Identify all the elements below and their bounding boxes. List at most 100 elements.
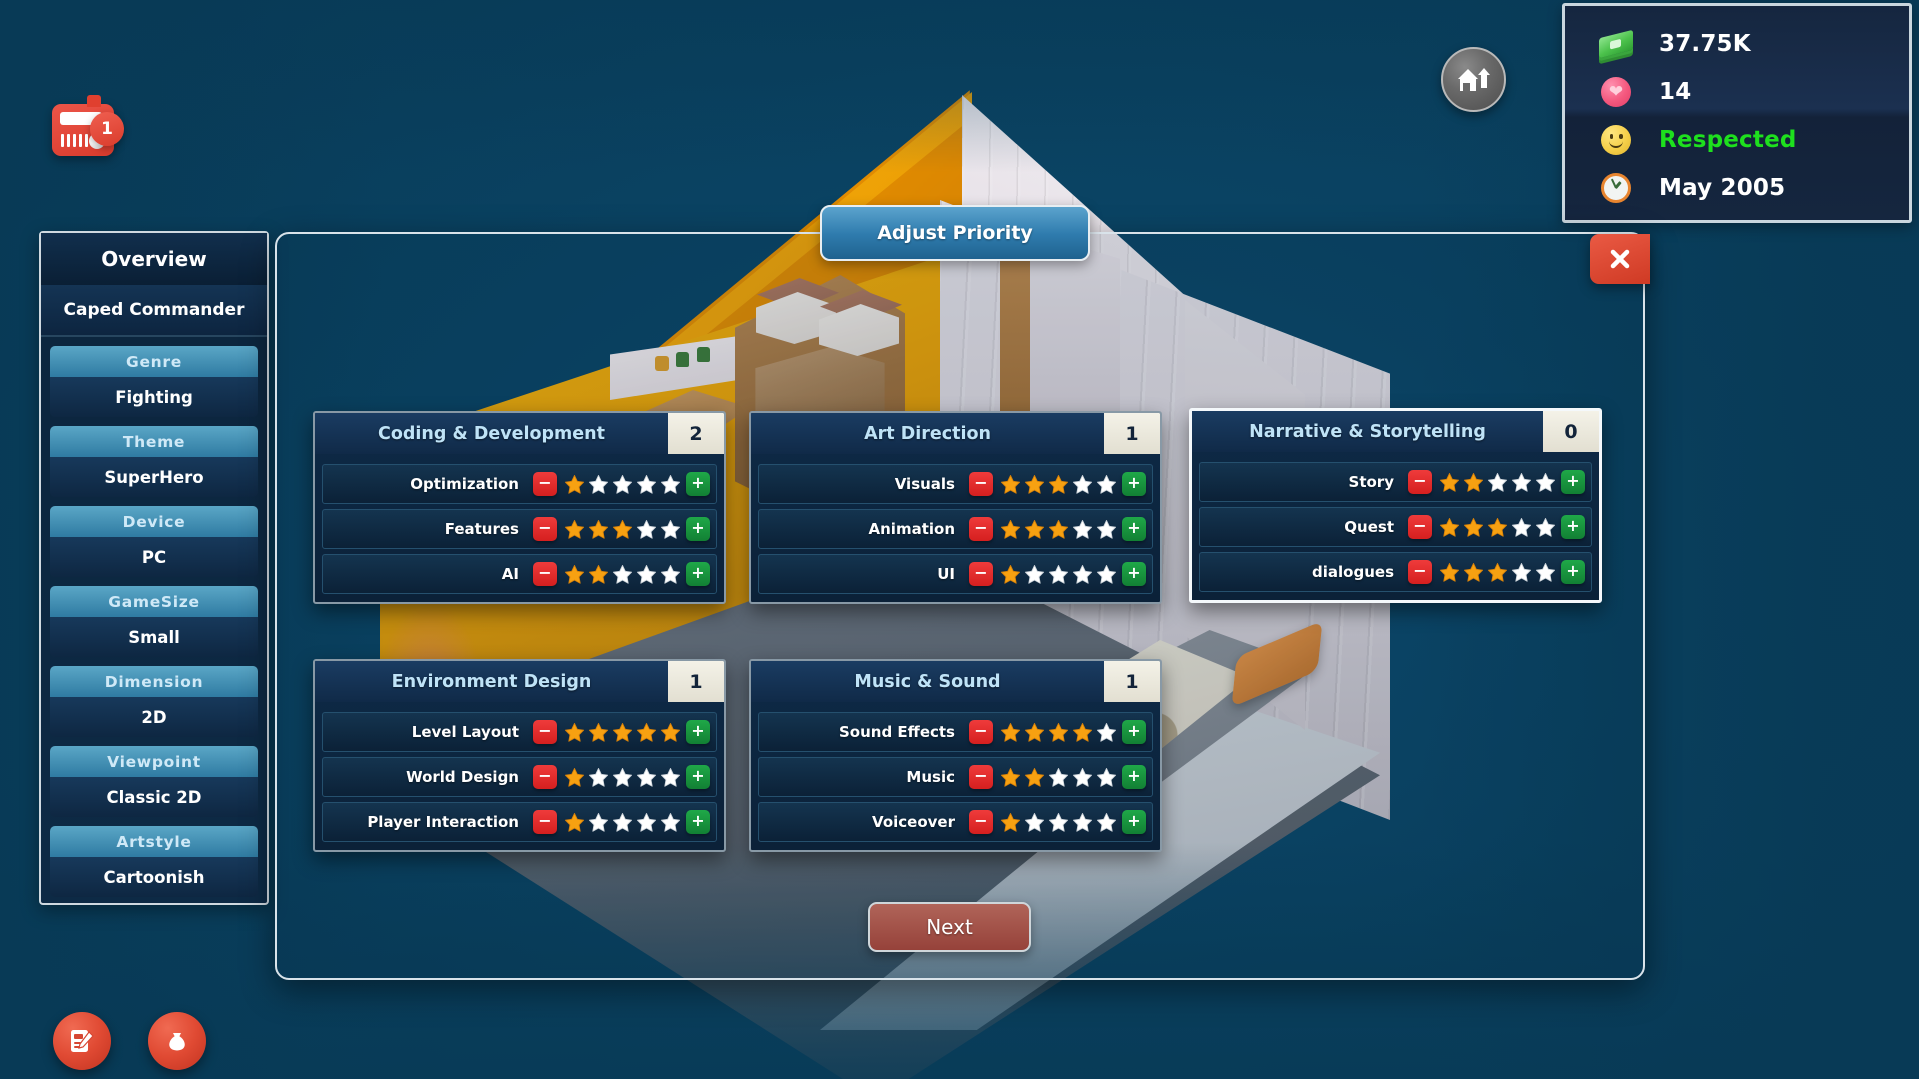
finances-button[interactable] (148, 1012, 206, 1070)
star-filled-icon[interactable] (1024, 767, 1045, 788)
star-empty-icon[interactable] (1048, 767, 1069, 788)
decrease-rating-button[interactable]: − (969, 472, 993, 496)
decrease-rating-button[interactable]: − (533, 517, 557, 541)
increase-rating-button[interactable]: + (1122, 720, 1146, 744)
close-modal-button[interactable] (1590, 234, 1650, 284)
decrease-rating-button[interactable]: − (969, 720, 993, 744)
increase-rating-button[interactable]: + (1122, 517, 1146, 541)
decrease-rating-button[interactable]: − (533, 720, 557, 744)
star-empty-icon[interactable] (1096, 812, 1117, 833)
star-filled-icon[interactable] (588, 564, 609, 585)
star-filled-icon[interactable] (1439, 472, 1460, 493)
star-filled-icon[interactable] (660, 722, 681, 743)
star-filled-icon[interactable] (1048, 722, 1069, 743)
decrease-rating-button[interactable]: − (1408, 515, 1432, 539)
star-empty-icon[interactable] (588, 474, 609, 495)
star-rating[interactable] (564, 812, 681, 833)
star-rating[interactable] (564, 722, 681, 743)
decrease-rating-button[interactable]: − (533, 472, 557, 496)
star-filled-icon[interactable] (1000, 767, 1021, 788)
adjust-priority-header-button[interactable]: Adjust Priority (820, 205, 1090, 261)
star-filled-icon[interactable] (564, 519, 585, 540)
star-filled-icon[interactable] (1487, 562, 1508, 583)
decrease-rating-button[interactable]: − (1408, 560, 1432, 584)
star-rating[interactable] (1439, 517, 1556, 538)
star-rating[interactable] (1439, 562, 1556, 583)
category-card[interactable]: Narrative & Storytelling 0 Story − + Quest − + d… (1189, 408, 1602, 603)
star-filled-icon[interactable] (588, 722, 609, 743)
star-filled-icon[interactable] (1000, 812, 1021, 833)
star-empty-icon[interactable] (1096, 564, 1117, 585)
star-filled-icon[interactable] (1000, 474, 1021, 495)
star-rating[interactable] (564, 767, 681, 788)
star-empty-icon[interactable] (636, 564, 657, 585)
star-rating[interactable] (564, 564, 681, 585)
star-filled-icon[interactable] (1000, 519, 1021, 540)
increase-rating-button[interactable]: + (1561, 515, 1585, 539)
star-filled-icon[interactable] (1072, 722, 1093, 743)
star-rating[interactable] (564, 474, 681, 495)
increase-rating-button[interactable]: + (686, 472, 710, 496)
star-filled-icon[interactable] (1463, 472, 1484, 493)
star-filled-icon[interactable] (612, 722, 633, 743)
decrease-rating-button[interactable]: − (533, 765, 557, 789)
star-empty-icon[interactable] (1511, 562, 1532, 583)
star-empty-icon[interactable] (660, 474, 681, 495)
star-empty-icon[interactable] (1072, 519, 1093, 540)
star-filled-icon[interactable] (588, 519, 609, 540)
star-empty-icon[interactable] (1487, 472, 1508, 493)
star-rating[interactable] (564, 519, 681, 540)
star-filled-icon[interactable] (612, 519, 633, 540)
star-empty-icon[interactable] (1048, 564, 1069, 585)
star-empty-icon[interactable] (1072, 767, 1093, 788)
star-filled-icon[interactable] (564, 767, 585, 788)
star-empty-icon[interactable] (660, 519, 681, 540)
star-empty-icon[interactable] (1511, 472, 1532, 493)
star-filled-icon[interactable] (1463, 517, 1484, 538)
increase-rating-button[interactable]: + (1122, 562, 1146, 586)
increase-rating-button[interactable]: + (1122, 472, 1146, 496)
star-empty-icon[interactable] (588, 767, 609, 788)
decrease-rating-button[interactable]: − (969, 810, 993, 834)
star-rating[interactable] (1000, 722, 1117, 743)
star-filled-icon[interactable] (564, 474, 585, 495)
star-filled-icon[interactable] (1024, 519, 1045, 540)
increase-rating-button[interactable]: + (686, 810, 710, 834)
increase-rating-button[interactable]: + (686, 562, 710, 586)
decrease-rating-button[interactable]: − (533, 562, 557, 586)
category-card[interactable]: Coding & Development 2 Optimization − + Featu… (313, 411, 726, 604)
increase-rating-button[interactable]: + (686, 765, 710, 789)
star-empty-icon[interactable] (1048, 812, 1069, 833)
star-empty-icon[interactable] (612, 767, 633, 788)
star-empty-icon[interactable] (660, 767, 681, 788)
star-empty-icon[interactable] (1072, 812, 1093, 833)
star-empty-icon[interactable] (1024, 564, 1045, 585)
star-empty-icon[interactable] (636, 474, 657, 495)
star-filled-icon[interactable] (1487, 517, 1508, 538)
home-button[interactable] (1441, 47, 1506, 112)
star-filled-icon[interactable] (1463, 562, 1484, 583)
category-card[interactable]: Music & Sound 1 Sound Effects − + Music − + Voic… (749, 659, 1162, 852)
star-empty-icon[interactable] (1535, 472, 1556, 493)
star-filled-icon[interactable] (1048, 474, 1069, 495)
notes-button[interactable] (53, 1012, 111, 1070)
increase-rating-button[interactable]: + (686, 720, 710, 744)
star-filled-icon[interactable] (1000, 722, 1021, 743)
star-empty-icon[interactable] (612, 812, 633, 833)
decrease-rating-button[interactable]: − (533, 810, 557, 834)
next-button[interactable]: Next (868, 902, 1031, 952)
star-filled-icon[interactable] (1000, 564, 1021, 585)
star-empty-icon[interactable] (612, 474, 633, 495)
star-rating[interactable] (1000, 519, 1117, 540)
decrease-rating-button[interactable]: − (1408, 470, 1432, 494)
star-filled-icon[interactable] (564, 564, 585, 585)
star-filled-icon[interactable] (1024, 474, 1045, 495)
star-empty-icon[interactable] (1096, 722, 1117, 743)
star-empty-icon[interactable] (1096, 519, 1117, 540)
increase-rating-button[interactable]: + (1561, 560, 1585, 584)
star-empty-icon[interactable] (1072, 564, 1093, 585)
star-rating[interactable] (1000, 812, 1117, 833)
star-empty-icon[interactable] (636, 812, 657, 833)
category-card[interactable]: Art Direction 1 Visuals − + Animation − + UI − + (749, 411, 1162, 604)
category-card[interactable]: Environment Design 1 Level Layout − + World D… (313, 659, 726, 852)
